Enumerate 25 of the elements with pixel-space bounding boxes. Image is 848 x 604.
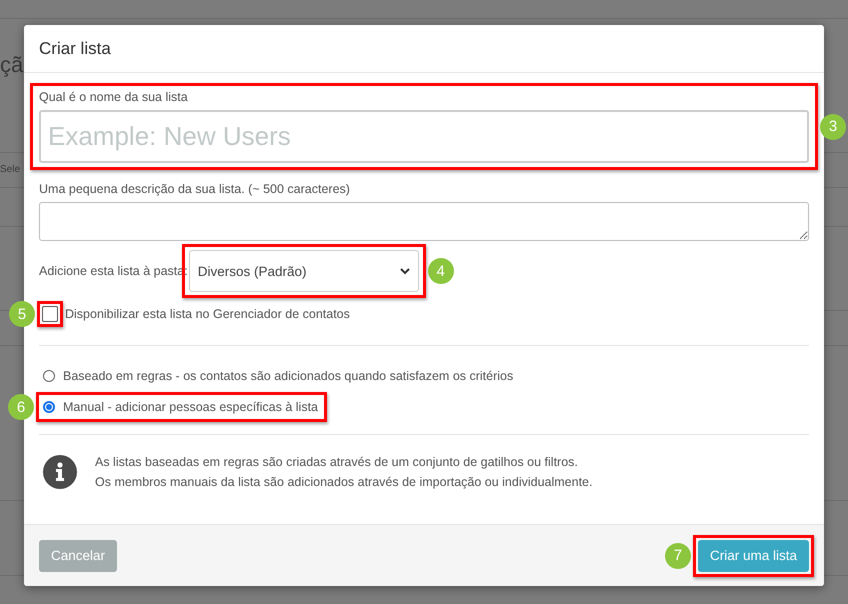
checkbox-label: Disponibilizar esta lista no Gerenciador de contatos: [65, 307, 350, 321]
callout-number: 7: [664, 542, 691, 568]
page-heading: çã: [0, 52, 24, 78]
radio-button[interactable]: [43, 370, 55, 382]
callout-number: 6: [8, 394, 34, 420]
description-field[interactable]: [39, 202, 809, 241]
checkbox[interactable]: [42, 306, 58, 322]
info-text: Os membros manuais da lista são adicionados através de importação ou individualmente.: [95, 475, 592, 489]
column-header: Sele: [0, 164, 20, 175]
callout-number: 5: [9, 301, 35, 327]
callout-number: 3: [820, 114, 846, 140]
input-field[interactable]: Example: New Users: [39, 110, 809, 163]
callout-number: 4: [428, 258, 454, 284]
radio-label: Manual - adicionar pessoas específicas à lista: [63, 400, 318, 414]
field-label: Uma pequena descrição da sua lista. (~ 500 caracteres): [39, 182, 351, 196]
folder-dropdown[interactable]: Diversos (Padrão): [188, 250, 419, 292]
dialog-title: Criar lista: [39, 38, 111, 58]
field-label: Qual é o nome da sua lista: [39, 90, 189, 104]
chevron-down-icon: [400, 268, 410, 274]
info-text: As listas baseadas em regras são criadas através de um conjunto de gatilhos ou filtros.: [95, 455, 579, 469]
info-icon: [43, 455, 77, 489]
radio-button[interactable]: [43, 401, 55, 413]
cancel-button[interactable]: Cancelar: [39, 540, 118, 572]
radio-label: Baseado em regras - os contatos são adicionados quando satisfazem os critérios: [63, 369, 514, 383]
create-button[interactable]: Criar uma lista: [698, 540, 809, 572]
